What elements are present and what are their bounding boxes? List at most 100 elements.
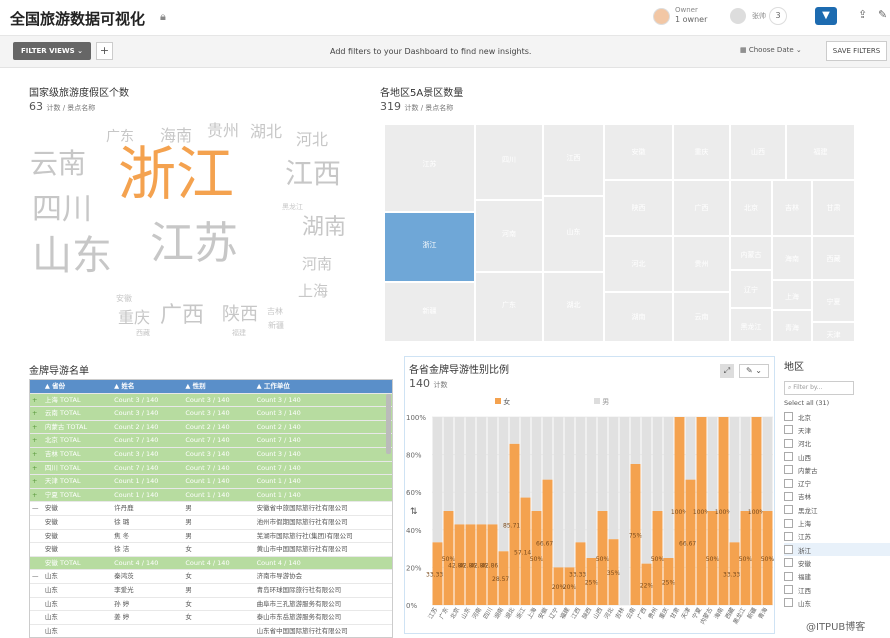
table-row[interactable]: 山东 孙 婷 女 曲阜市三孔旅游服务有限公司 bbox=[30, 598, 392, 612]
treemap-cell[interactable]: 海南 bbox=[772, 236, 812, 280]
expand-toggle-icon[interactable]: — bbox=[30, 570, 42, 583]
wordcloud-word[interactable]: 江苏 bbox=[150, 222, 238, 266]
choose-date-dropdown[interactable]: ▦ Choose Date ⌄ bbox=[740, 46, 802, 54]
bar-male[interactable] bbox=[740, 417, 751, 511]
table-row[interactable]: 山东 李爱光 男 青岛环球国际旅行社有限公司 bbox=[30, 584, 392, 598]
wordcloud-word[interactable]: 云南 bbox=[30, 150, 86, 178]
table-header[interactable]: ▲ 省份 ▲ 姓名 ▲ 性别 ▲ 工作单位 bbox=[30, 380, 392, 394]
treemap-cell[interactable]: 辽宁 bbox=[730, 270, 772, 308]
treemap-cell[interactable]: 云南 bbox=[673, 292, 730, 342]
user-avatar[interactable] bbox=[730, 8, 746, 24]
wordcloud-word[interactable]: 福建 bbox=[232, 330, 246, 337]
region-checkbox[interactable] bbox=[784, 598, 793, 608]
wordcloud-word[interactable]: 海南 bbox=[160, 128, 192, 144]
bar-male[interactable] bbox=[443, 417, 454, 511]
table-row[interactable]: 安徽 TOTAL Count 4 / 140 Count 4 / 140 Count … bbox=[30, 556, 392, 571]
wordcloud-word[interactable]: 西藏 bbox=[136, 330, 150, 337]
owner-value[interactable]: 1 owner bbox=[675, 15, 707, 24]
treemap-cell[interactable]: 西藏 bbox=[812, 236, 855, 280]
treemap-cell[interactable]: 四川 bbox=[475, 124, 543, 200]
bar-male[interactable] bbox=[509, 417, 520, 444]
region-option[interactable]: 浙江 bbox=[784, 542, 890, 557]
treemap-cell[interactable]: 山西 bbox=[730, 124, 786, 180]
table-row[interactable]: 安徽 徐 洁 女 黄山市中国国际旅行社有限公司 bbox=[30, 543, 392, 557]
table-row[interactable]: + 吉林 TOTAL Count 3 / 140 Count 3 / 140 Count… bbox=[30, 447, 392, 462]
expand-toggle-icon[interactable] bbox=[30, 557, 42, 570]
bar-male[interactable] bbox=[531, 417, 542, 511]
chart-wrench-icon[interactable]: ✎ ⌄ bbox=[739, 364, 769, 378]
region-option[interactable]: 北京 bbox=[784, 410, 890, 423]
expand-toggle-icon[interactable]: + bbox=[30, 489, 42, 502]
column-header[interactable]: ▲ 工作单位 bbox=[254, 380, 392, 393]
treemap-cell[interactable]: 广西 bbox=[673, 180, 730, 236]
table-row[interactable]: 山东 山东省中国国际旅行社有限公司 bbox=[30, 625, 392, 637]
expand-toggle-icon[interactable]: + bbox=[30, 421, 42, 434]
bar-male[interactable] bbox=[564, 417, 575, 568]
region-option[interactable]: 江西 bbox=[784, 583, 890, 596]
expand-toggle-icon[interactable] bbox=[30, 543, 42, 556]
expand-toggle-icon[interactable]: + bbox=[30, 434, 42, 447]
table-row[interactable]: + 上海 TOTAL Count 3 / 140 Count 3 / 140 Count… bbox=[30, 393, 392, 408]
table-row[interactable]: 山东 姜 婷 女 泰山市东岳旅游服务有限公司 bbox=[30, 611, 392, 625]
bar-male[interactable] bbox=[542, 417, 553, 480]
region-checkbox[interactable] bbox=[784, 465, 793, 475]
region-checkbox[interactable] bbox=[784, 571, 793, 581]
region-option[interactable]: 江苏 bbox=[784, 530, 890, 543]
table-row[interactable]: + 天津 TOTAL Count 1 / 140 Count 1 / 140 Count… bbox=[30, 475, 392, 489]
treemap-cell[interactable]: 青海 bbox=[772, 310, 812, 342]
wordcloud-word[interactable]: 重庆 bbox=[118, 310, 150, 326]
bar-male[interactable] bbox=[498, 417, 509, 552]
bar-male[interactable] bbox=[630, 417, 641, 464]
table-row[interactable]: 安徽 焦 冬 男 芜湖市国际旅行社(集团)有限公司 bbox=[30, 530, 392, 544]
treemap-cell[interactable]: 江西 bbox=[543, 124, 604, 196]
region-option[interactable]: 河北 bbox=[784, 437, 890, 450]
expand-toggle-icon[interactable]: — bbox=[30, 502, 42, 515]
wordcloud-word[interactable]: 山东 bbox=[32, 236, 112, 276]
wordcloud-word[interactable]: 河北 bbox=[296, 132, 328, 148]
gender-bar-chart[interactable]: 100%80%60%40%20%0%33.33%江苏50%广东42.86%北京4… bbox=[404, 405, 775, 635]
bar-male[interactable] bbox=[454, 417, 465, 525]
bar-male[interactable] bbox=[520, 417, 531, 498]
treemap-cell[interactable]: 河南 bbox=[475, 200, 543, 272]
bar-male[interactable] bbox=[465, 417, 476, 525]
bar-male[interactable] bbox=[685, 417, 696, 480]
wordcloud-word[interactable]: 上海 bbox=[298, 284, 328, 299]
treemap-cell[interactable]: 陕西 bbox=[604, 180, 673, 236]
bar-male[interactable] bbox=[487, 417, 498, 525]
table-row[interactable]: + 四川 TOTAL Count 7 / 140 Count 7 / 140 Count… bbox=[30, 461, 392, 476]
table-row[interactable]: + 云南 TOTAL Count 3 / 140 Count 3 / 140 Count… bbox=[30, 407, 392, 421]
owner-avatar[interactable] bbox=[653, 8, 670, 25]
bar-male[interactable] bbox=[586, 417, 597, 558]
filter-toggle-button[interactable]: ▼ bbox=[815, 7, 837, 25]
treemap-cell[interactable]: 福建 bbox=[786, 124, 855, 180]
region-checkbox[interactable] bbox=[784, 452, 793, 462]
region-checkbox[interactable] bbox=[784, 438, 793, 448]
wordcloud-word[interactable]: 新疆 bbox=[268, 322, 284, 330]
region-checkbox[interactable] bbox=[784, 558, 793, 568]
save-filters-button[interactable]: SAVE FILTERS bbox=[826, 41, 887, 61]
wordcloud-word[interactable]: 广东 bbox=[106, 130, 134, 144]
expand-toggle-icon[interactable] bbox=[30, 625, 42, 637]
bar-male[interactable] bbox=[608, 417, 619, 540]
column-header[interactable]: ▲ 性别 bbox=[182, 380, 253, 393]
share-count-badge[interactable]: 3 bbox=[769, 7, 787, 25]
bar-male[interactable] bbox=[619, 417, 630, 605]
region-option[interactable]: 山西 bbox=[784, 450, 890, 463]
bar-male[interactable] bbox=[553, 417, 564, 568]
treemap-cell[interactable]: 贵州 bbox=[673, 236, 730, 292]
wordcloud-word[interactable]: 广西 bbox=[160, 305, 204, 327]
table-row[interactable]: — 山东 秦鸿茨 女 济南市导游协会 bbox=[30, 570, 392, 584]
treemap-cell[interactable]: 宁夏 bbox=[812, 280, 855, 322]
share-icon[interactable]: ⇪ bbox=[858, 8, 867, 21]
table-scrollbar[interactable] bbox=[386, 394, 391, 454]
expand-toggle-icon[interactable]: + bbox=[30, 394, 42, 407]
wordcloud-word[interactable]: 江西 bbox=[285, 160, 341, 188]
region-checkbox[interactable] bbox=[784, 478, 793, 488]
bar-male[interactable] bbox=[663, 417, 674, 558]
bar-male[interactable] bbox=[652, 417, 663, 511]
expand-toggle-icon[interactable] bbox=[30, 598, 42, 611]
treemap-cell[interactable]: 上海 bbox=[772, 280, 812, 310]
treemap-cell[interactable]: 甘肃 bbox=[812, 180, 855, 236]
expand-icon[interactable]: ⤢ bbox=[720, 364, 734, 378]
region-option[interactable]: 福建 bbox=[784, 570, 890, 583]
